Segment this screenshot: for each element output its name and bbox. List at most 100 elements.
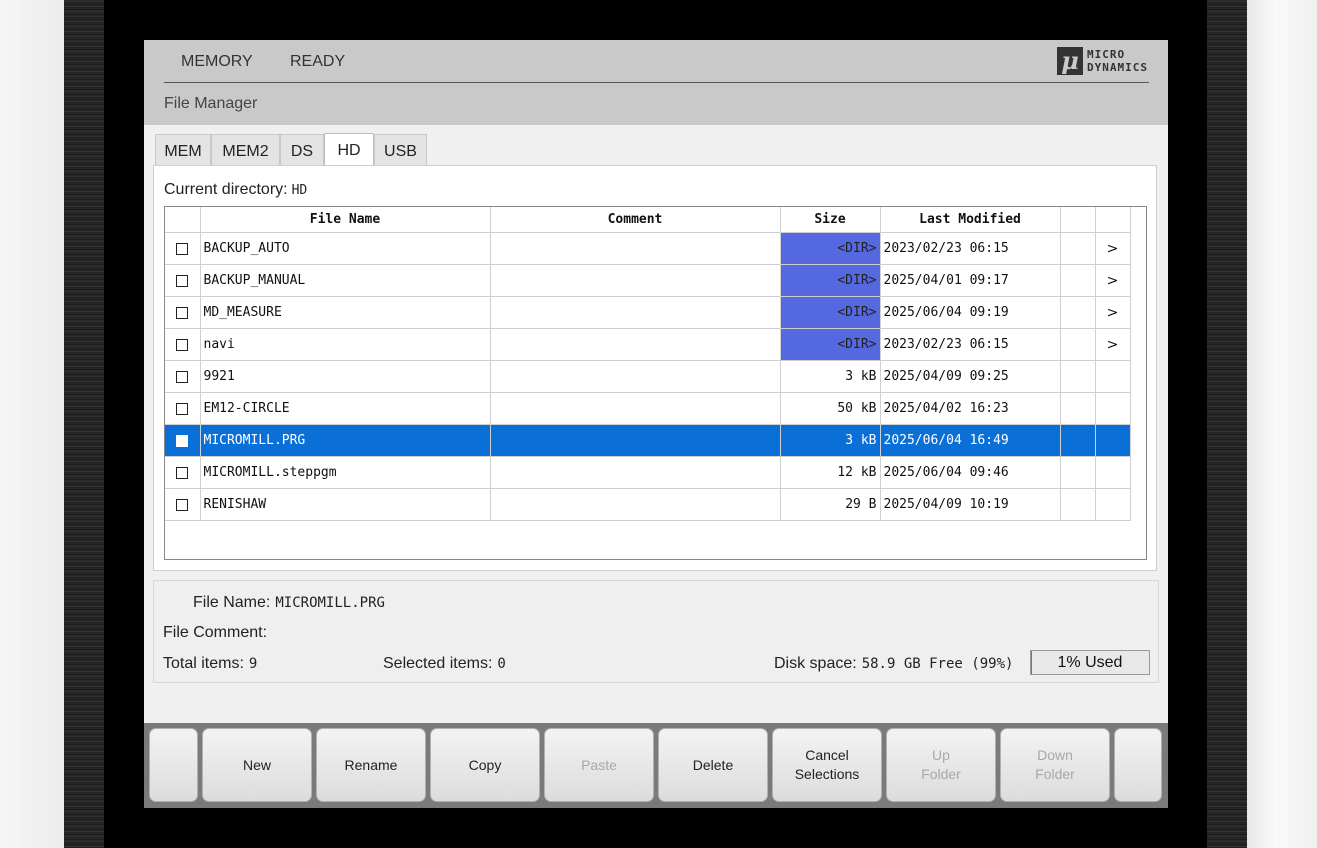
- file-table: File Name Comment Size Last Modified BAC…: [165, 207, 1131, 521]
- file-name-cell: 9921: [199, 360, 491, 393]
- row-checkbox[interactable]: [176, 402, 189, 415]
- file-table-container[interactable]: File Name Comment Size Last Modified BAC…: [164, 206, 1147, 560]
- extra-cell: [1059, 296, 1096, 329]
- row-checkbox[interactable]: [176, 242, 189, 255]
- row-checkbox[interactable]: [176, 274, 189, 287]
- table-row[interactable]: BACKUP_MANUAL <DIR> 2025/04/01 09:17 >: [165, 264, 1131, 297]
- row-checkbox[interactable]: [176, 498, 189, 511]
- last-modified-cell: 2025/06/04 09:19: [879, 296, 1061, 329]
- comment-cell: [489, 232, 781, 265]
- row-checkbox[interactable]: [176, 466, 189, 479]
- tab-ds[interactable]: DS: [280, 134, 324, 165]
- rename-button[interactable]: Rename: [316, 728, 426, 802]
- file-name-info: File Name: MICROMILL.PRG: [193, 594, 385, 612]
- table-row[interactable]: RENISHAW 29 B 2025/04/09 10:19: [165, 488, 1131, 521]
- table-row[interactable]: MICROMILL.steppgm 12 kB 2025/06/04 09:46: [165, 456, 1131, 489]
- last-modified-cell: 2025/04/02 16:23: [879, 392, 1061, 425]
- total-items-value: 9: [248, 656, 258, 672]
- extra-cell: [1059, 232, 1096, 265]
- arrow-cell: [1094, 456, 1131, 489]
- file-comment-info-label: File Comment:: [163, 624, 268, 641]
- logo-line-1: MICRO: [1087, 48, 1126, 61]
- extra-cell: [1059, 424, 1096, 457]
- comment-cell: [489, 360, 781, 393]
- row-checkbox-cell: [165, 328, 201, 361]
- folder-arrow-icon[interactable]: >: [1094, 296, 1131, 329]
- size-cell: 12 kB: [779, 456, 881, 489]
- copy-button[interactable]: Copy: [430, 728, 540, 802]
- tab-mem[interactable]: MEM: [155, 134, 211, 165]
- row-checkbox[interactable]: [176, 434, 189, 447]
- comment-cell: [489, 328, 781, 361]
- row-checkbox-cell: [165, 392, 201, 425]
- logo-line-2: DYNAMICS: [1087, 61, 1148, 74]
- last-modified-cell: 2025/04/09 09:25: [879, 360, 1061, 393]
- extra-cell: [1059, 328, 1096, 361]
- total-items-info: Total items: 9: [163, 655, 257, 673]
- micro-dynamics-logo: μ MICRO DYNAMICS: [1057, 47, 1149, 77]
- cancel-selections-button[interactable]: Cancel Selections: [772, 728, 882, 802]
- size-cell: <DIR>: [779, 232, 881, 265]
- extra-cell: [1059, 264, 1096, 297]
- table-row[interactable]: navi <DIR> 2023/02/23 06:15 >: [165, 328, 1131, 361]
- row-checkbox[interactable]: [176, 370, 189, 383]
- file-name-cell: RENISHAW: [199, 488, 491, 521]
- last-modified-cell: 2023/02/23 06:15: [879, 232, 1061, 265]
- softkey-blank-right[interactable]: [1114, 728, 1162, 802]
- comment-cell: [489, 392, 781, 425]
- selected-items-label: Selected items:: [383, 655, 493, 672]
- selected-items-info: Selected items: 0: [383, 655, 506, 673]
- file-name-cell: BACKUP_MANUAL: [199, 264, 491, 297]
- folder-arrow-icon[interactable]: >: [1094, 264, 1131, 297]
- extra-cell: [1059, 488, 1096, 521]
- up-folder-button[interactable]: Up Folder: [886, 728, 996, 802]
- size-cell: <DIR>: [779, 296, 881, 329]
- current-directory: Current directory: HD: [164, 181, 307, 199]
- current-directory-label: Current directory:: [164, 181, 288, 198]
- arrow-cell: [1094, 392, 1131, 425]
- file-name-cell: MICROMILL.PRG: [199, 424, 491, 457]
- file-name-cell: MD_MEASURE: [199, 296, 491, 329]
- last-modified-column-header[interactable]: Last Modified: [879, 207, 1061, 233]
- tab-hd[interactable]: HD: [324, 133, 374, 166]
- size-column-header[interactable]: Size: [779, 207, 881, 233]
- row-checkbox-cell: [165, 424, 201, 457]
- row-checkbox[interactable]: [176, 306, 189, 319]
- comment-cell: [489, 488, 781, 521]
- file-info-panel: File Name: MICROMILL.PRG File Comment: To…: [153, 580, 1159, 683]
- paste-button[interactable]: Paste: [544, 728, 654, 802]
- table-header-row: File Name Comment Size Last Modified: [165, 207, 1131, 233]
- table-row[interactable]: 9921 3 kB 2025/04/09 09:25: [165, 360, 1131, 393]
- delete-button[interactable]: Delete: [658, 728, 768, 802]
- table-row[interactable]: BACKUP_AUTO <DIR> 2023/02/23 06:15 >: [165, 232, 1131, 265]
- size-cell: <DIR>: [779, 328, 881, 361]
- tab-usb[interactable]: USB: [374, 134, 427, 165]
- wall-right: [1247, 0, 1317, 848]
- row-checkbox[interactable]: [176, 338, 189, 351]
- last-modified-cell: 2025/06/04 09:46: [879, 456, 1061, 489]
- softkey-blank-left[interactable]: [149, 728, 198, 802]
- logo-mark: μ: [1057, 47, 1083, 75]
- row-checkbox-cell: [165, 264, 201, 297]
- arrow-cell: [1094, 424, 1131, 457]
- cnc-screen: MEMORY READY μ MICRO DYNAMICS File Manag…: [144, 40, 1168, 808]
- folder-arrow-icon[interactable]: >: [1094, 232, 1131, 265]
- folder-arrow-icon[interactable]: >: [1094, 328, 1131, 361]
- size-cell: 50 kB: [779, 392, 881, 425]
- total-items-label: Total items:: [163, 655, 244, 672]
- last-modified-cell: 2025/06/04 16:49: [879, 424, 1061, 457]
- table-row[interactable]: MICROMILL.PRG 3 kB 2025/06/04 16:49: [165, 424, 1131, 457]
- table-row[interactable]: MD_MEASURE <DIR> 2025/06/04 09:19 >: [165, 296, 1131, 329]
- tab-mem2[interactable]: MEM2: [211, 134, 280, 165]
- disk-space-info: Disk space: 58.9 GB Free (99%): [774, 655, 1013, 673]
- file-name-column-header[interactable]: File Name: [199, 207, 491, 233]
- checkbox-column-header: [165, 207, 201, 233]
- comment-cell: [489, 456, 781, 489]
- table-row[interactable]: EM12-CIRCLE 50 kB 2025/04/02 16:23: [165, 392, 1131, 425]
- comment-column-header[interactable]: Comment: [489, 207, 781, 233]
- new-button[interactable]: New: [202, 728, 312, 802]
- bezel-texture-right: [1207, 0, 1247, 848]
- down-folder-button[interactable]: Down Folder: [1000, 728, 1110, 802]
- disk-space-value: 58.9 GB Free (99%): [861, 656, 1014, 672]
- size-cell: 3 kB: [779, 360, 881, 393]
